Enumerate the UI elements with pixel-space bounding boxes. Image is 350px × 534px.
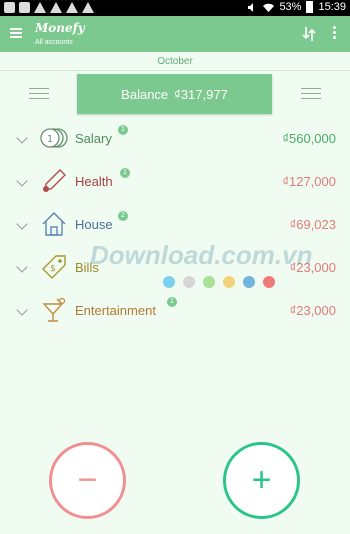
count-badge: 2 xyxy=(118,211,128,221)
category-amount: ₫127,000 xyxy=(282,174,336,189)
category-label: Health xyxy=(75,174,113,189)
balance-label: Balance xyxy=(121,86,169,102)
category-label: Entertainment xyxy=(75,303,156,318)
transfer-icon[interactable] xyxy=(302,26,316,42)
coins-icon: 1 xyxy=(40,128,68,148)
category-amount: ₫69,023 xyxy=(289,217,336,232)
chevron-down-icon[interactable] xyxy=(16,261,28,273)
wifi-icon xyxy=(263,3,275,12)
chevron-down-icon[interactable] xyxy=(16,218,28,230)
battery-percent: 53% xyxy=(279,1,302,13)
dot xyxy=(243,276,255,288)
category-row-health[interactable]: Health 1 ₫127,000 xyxy=(0,161,350,204)
battery-icon xyxy=(306,1,314,13)
svg-text:$: $ xyxy=(50,264,56,274)
notification-icons xyxy=(4,2,94,13)
dot xyxy=(203,276,215,288)
divider xyxy=(0,70,350,71)
gallery-icon xyxy=(4,2,15,13)
status-bar: 53% 15:39 xyxy=(0,0,350,16)
plus-icon: + xyxy=(251,461,272,499)
account-selector[interactable]: All accounts xyxy=(35,39,73,46)
warning-icon xyxy=(82,2,94,13)
dot xyxy=(163,276,175,288)
volume-icon xyxy=(248,2,254,12)
warning-icon xyxy=(66,2,78,13)
left-menu-icon[interactable] xyxy=(29,88,49,100)
category-amount: ₫560,000 xyxy=(282,131,336,146)
clock: 15:39 xyxy=(318,1,346,13)
svg-text:1: 1 xyxy=(47,134,53,145)
chevron-down-icon[interactable] xyxy=(16,175,28,187)
add-expense-button[interactable]: − xyxy=(49,442,126,519)
count-badge: 1 xyxy=(167,297,177,307)
app-bar: Monefy All accounts xyxy=(0,16,350,52)
menu-icon[interactable] xyxy=(10,28,22,38)
count-badge: 1 xyxy=(118,125,128,135)
month-label[interactable]: October xyxy=(0,56,350,67)
chevron-down-icon[interactable] xyxy=(16,132,28,144)
warning-icon xyxy=(34,2,46,13)
category-row-entertainment[interactable]: Entertainment 1 ₫23,000 xyxy=(0,290,350,333)
category-label: House xyxy=(75,217,113,232)
minus-icon: − xyxy=(77,461,98,499)
more-options-icon[interactable] xyxy=(333,26,337,40)
category-amount: ₫23,000 xyxy=(289,303,336,318)
bill-tag-icon: $ xyxy=(42,255,66,279)
dot xyxy=(263,276,275,288)
category-row-salary[interactable]: 1 Salary 1 ₫560,000 xyxy=(0,118,350,161)
cocktail-icon xyxy=(42,297,66,322)
count-badge: 1 xyxy=(120,168,130,178)
watermark: Download.com.vn xyxy=(90,240,313,270)
download-icon xyxy=(19,2,30,13)
color-dots xyxy=(163,276,275,288)
balance-button[interactable]: Balance ₫317,977 xyxy=(77,74,272,114)
right-menu-icon[interactable] xyxy=(301,88,321,100)
balance-value: ₫317,977 xyxy=(174,86,228,102)
warning-icon xyxy=(50,2,62,13)
dot xyxy=(183,276,195,288)
dot xyxy=(223,276,235,288)
chevron-down-icon[interactable] xyxy=(16,304,28,316)
add-income-button[interactable]: + xyxy=(223,442,300,519)
category-label: Salary xyxy=(75,131,112,146)
app-title: Monefy xyxy=(35,21,85,35)
thermometer-icon xyxy=(43,169,66,192)
house-icon xyxy=(42,212,66,236)
